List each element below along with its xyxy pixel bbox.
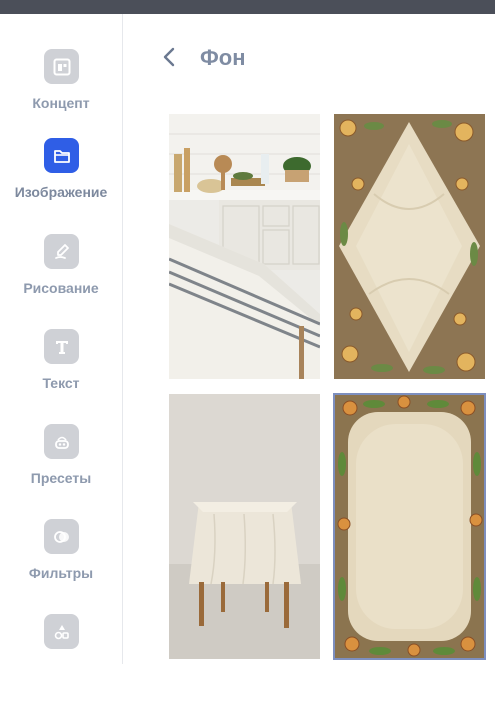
presets-icon xyxy=(44,424,79,459)
shapes-icon xyxy=(44,614,79,649)
sidebar-item-image[interactable]: Изображение xyxy=(0,138,122,228)
sidebar-item-drawing[interactable]: Рисование xyxy=(0,234,122,324)
folder-icon xyxy=(44,138,79,173)
window-top-bar xyxy=(0,0,495,14)
draped-table-image[interactable] xyxy=(169,394,320,659)
sidebar-item-label: Рисование xyxy=(23,280,99,296)
sidebar-item-label: Фильтры xyxy=(28,565,94,581)
sidebar-item-concept[interactable]: Концепт xyxy=(0,49,122,139)
chevron-left-icon xyxy=(163,47,175,67)
sidebar-item-text[interactable]: Текст xyxy=(0,329,122,419)
layout-icon xyxy=(44,49,79,84)
floral-frame-linen-image[interactable] xyxy=(333,393,486,660)
sidebar-item-label: Концепт xyxy=(32,95,90,111)
sidebar-item-label: Изображение xyxy=(14,184,108,200)
floral-fabric-diamond-image[interactable] xyxy=(334,114,485,379)
sidebar-item-label: Пресеты xyxy=(30,470,92,486)
kitchen-tablecloth-image[interactable] xyxy=(169,114,320,379)
sidebar-item-presets[interactable]: Пресеты xyxy=(0,424,122,514)
sidebar-item-shapes[interactable] xyxy=(0,614,122,704)
filters-icon xyxy=(44,519,79,554)
page-title: Фон xyxy=(200,45,246,70)
sidebar-item-label: Текст xyxy=(42,375,80,391)
page-header: Фон xyxy=(122,14,495,104)
sidebar: Концепт Изображение Рисование Текст Прес… xyxy=(0,14,123,664)
text-icon xyxy=(44,329,79,364)
back-button[interactable] xyxy=(158,46,180,68)
brush-icon xyxy=(44,234,79,269)
sidebar-item-filters[interactable]: Фильтры xyxy=(0,519,122,609)
